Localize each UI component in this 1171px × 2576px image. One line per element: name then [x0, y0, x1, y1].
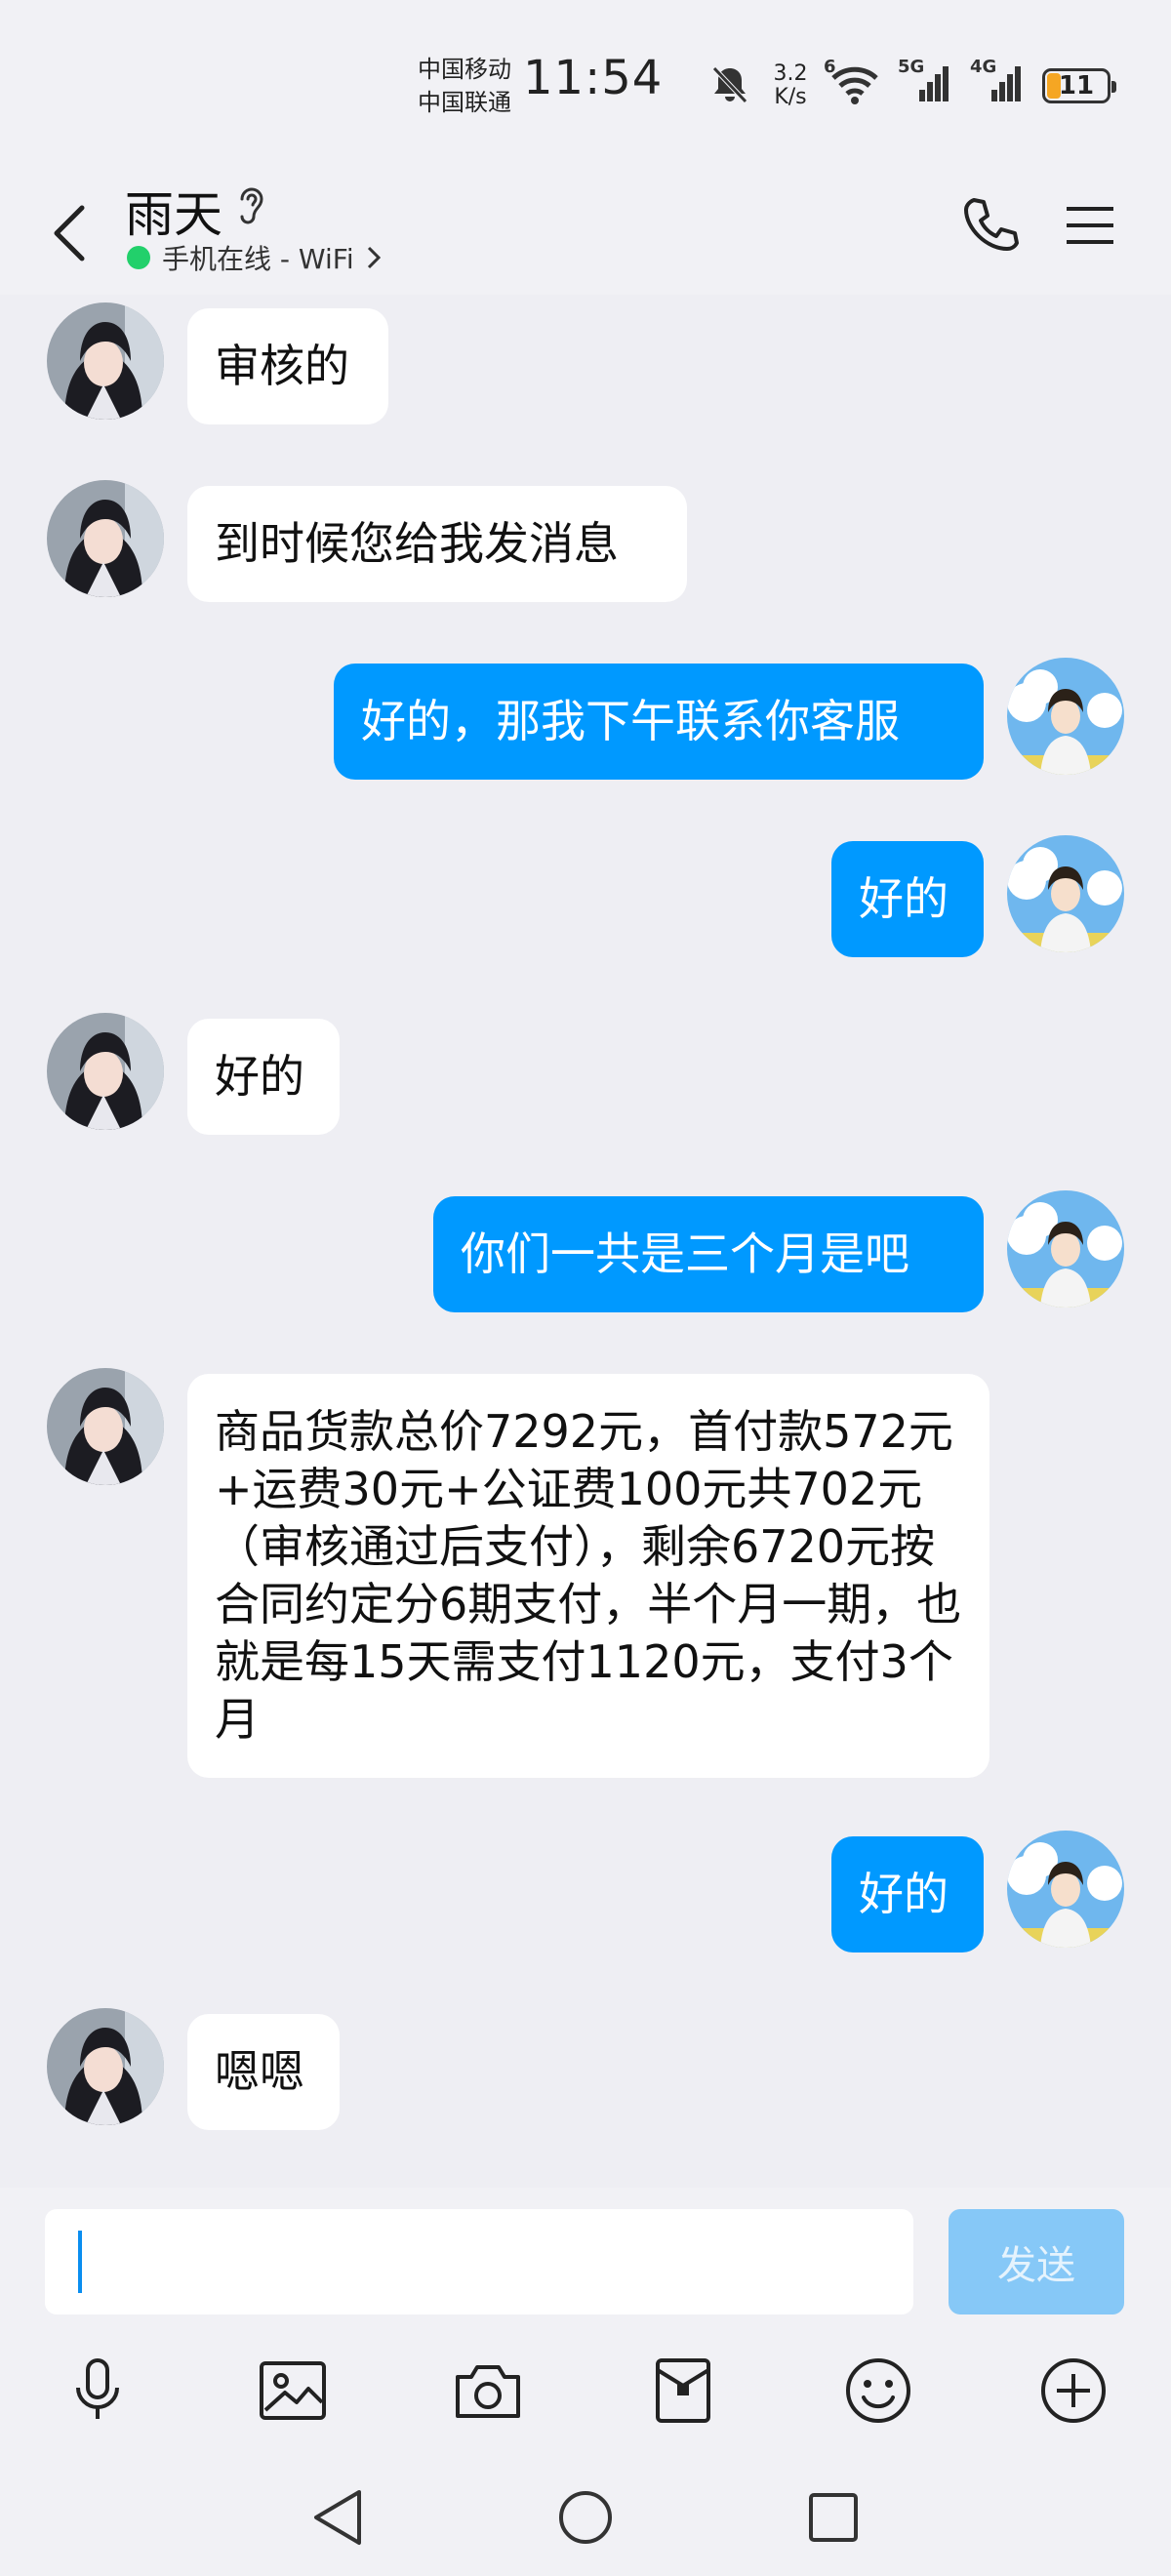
send-button[interactable]: 发送	[949, 2209, 1124, 2314]
message-text: 好的	[215, 1050, 304, 1103]
mute-bell-icon	[708, 62, 751, 109]
camera-icon	[456, 2365, 520, 2418]
message-text: 嗯嗯	[215, 2045, 304, 2098]
chevron-right-icon	[367, 246, 381, 269]
nav-back-button[interactable]	[299, 2478, 377, 2556]
message-bubble[interactable]: 商品货款总价7292元，首付款572元+运费30元+公证费100元共702元（审…	[187, 1374, 989, 1778]
contact-avatar[interactable]	[47, 1368, 164, 1485]
message-row: 嗯嗯	[0, 2000, 1171, 2137]
message-text: 你们一共是三个月是吧	[461, 1228, 909, 1280]
message-bubble[interactable]: 好的	[831, 841, 984, 957]
status-time: 11:54	[523, 51, 664, 105]
carrier-names: 中国移动 中国联通	[418, 53, 515, 119]
image-button[interactable]	[254, 2352, 332, 2430]
composer: 发送	[0, 2188, 1171, 2576]
more-button[interactable]	[1034, 2352, 1112, 2430]
image-icon	[260, 2361, 326, 2420]
wifi-icon: 6	[824, 57, 880, 109]
hamburger-menu-icon	[1067, 207, 1113, 244]
message-bubble[interactable]: 你们一共是三个月是吧	[433, 1196, 984, 1312]
nav-home-button[interactable]	[546, 2478, 625, 2556]
system-navigation-bar	[0, 2453, 1171, 2576]
message-text: 审核的	[215, 340, 349, 392]
chat-header: 雨天 手机在线 - WiFi	[0, 172, 1171, 295]
signal-sim2-icon: 4G	[970, 57, 1025, 109]
signal-sim1-icon: 5G	[898, 57, 952, 109]
battery-icon: 11	[1042, 68, 1116, 103]
status-icons: 3.2 K/s 6 5G 4G 11	[708, 57, 1116, 113]
my-avatar[interactable]	[1007, 835, 1124, 952]
voice-button[interactable]	[59, 2352, 137, 2430]
online-status-text: 手机在线 - WiFi	[162, 243, 354, 275]
sim2-label: 4G	[970, 57, 997, 77]
triangle-back-icon	[314, 2490, 361, 2545]
emoji-icon	[846, 2358, 910, 2423]
text-caret	[78, 2231, 82, 2293]
back-button[interactable]	[39, 191, 98, 275]
sim1-label: 5G	[898, 57, 925, 77]
message-text: 好的	[859, 1868, 949, 1920]
message-row: 好的	[0, 1005, 1171, 1142]
my-avatar[interactable]	[1007, 658, 1124, 775]
message-text: 商品货款总价7292元，首付款572元+运费30元+公证费100元共702元（审…	[215, 1405, 962, 1746]
message-row: 审核的	[0, 295, 1171, 431]
contact-avatar[interactable]	[47, 480, 164, 597]
message-row: 商品货款总价7292元，首付款572元+运费30元+公证费100元共702元（审…	[0, 1360, 1171, 1780]
message-text: 好的，那我下午联系你客服	[361, 695, 900, 747]
emoji-button[interactable]	[839, 2352, 917, 2430]
wifi-label: 6	[824, 57, 836, 77]
message-bubble[interactable]: 好的，那我下午联系你客服	[334, 664, 984, 780]
network-speed-value: 3.2	[773, 61, 808, 86]
message-bubble[interactable]: 嗯嗯	[187, 2014, 340, 2130]
plus-icon	[1041, 2358, 1106, 2423]
message-input[interactable]	[45, 2209, 913, 2314]
composer-toolbar	[0, 2332, 1171, 2439]
message-bubble[interactable]: 审核的	[187, 308, 388, 424]
contact-avatar[interactable]	[47, 302, 164, 420]
nav-recents-button[interactable]	[794, 2478, 872, 2556]
message-text: 好的	[859, 872, 949, 925]
message-bubble[interactable]: 好的	[831, 1836, 984, 1952]
message-bubble[interactable]: 到时候您给我发消息	[187, 486, 687, 602]
online-status[interactable]: 手机在线 - WiFi	[127, 238, 382, 277]
camera-button[interactable]	[449, 2352, 527, 2430]
carrier-1: 中国移动	[418, 56, 511, 83]
message-text: 到时候您给我发消息	[215, 517, 619, 570]
my-avatar[interactable]	[1007, 1190, 1124, 1308]
menu-button[interactable]	[1056, 193, 1124, 258]
contact-avatar[interactable]	[47, 1013, 164, 1130]
contact-avatar[interactable]	[47, 2008, 164, 2125]
network-speed-unit: K/s	[774, 85, 807, 109]
phone-icon	[964, 198, 1019, 251]
message-bubble[interactable]: 好的	[187, 1019, 340, 1135]
battery-level: 11	[1058, 71, 1095, 101]
red-packet-button[interactable]	[644, 2352, 722, 2430]
my-avatar[interactable]	[1007, 1831, 1124, 1948]
chevron-left-icon	[54, 205, 85, 262]
contact-name[interactable]: 雨天	[125, 176, 222, 246]
carrier-2: 中国联通	[418, 89, 511, 116]
online-dot-icon	[127, 246, 150, 269]
message-row: 你们一共是三个月是吧	[0, 1183, 1171, 1319]
chat-message-list[interactable]: 审核的 到时候您给我发消息 好的，那我下午联系你客服 好的 好的 你们一共是三个…	[0, 295, 1171, 2188]
red-packet-icon	[656, 2358, 710, 2423]
circle-home-icon	[559, 2491, 612, 2544]
message-row: 到时候您给我发消息	[0, 472, 1171, 609]
microphone-icon	[76, 2358, 119, 2419]
message-row: 好的	[0, 1823, 1171, 1959]
square-recents-icon	[809, 2493, 858, 2542]
network-speed: 3.2 K/s	[769, 62, 812, 109]
ear-icon[interactable]	[234, 181, 269, 232]
call-button[interactable]	[956, 187, 1025, 262]
message-row: 好的，那我下午联系你客服	[0, 650, 1171, 786]
status-bar: 中国移动 中国联通 11:54 3.2 K/s 6 5G 4G 11	[0, 0, 1171, 172]
message-row: 好的	[0, 827, 1171, 964]
